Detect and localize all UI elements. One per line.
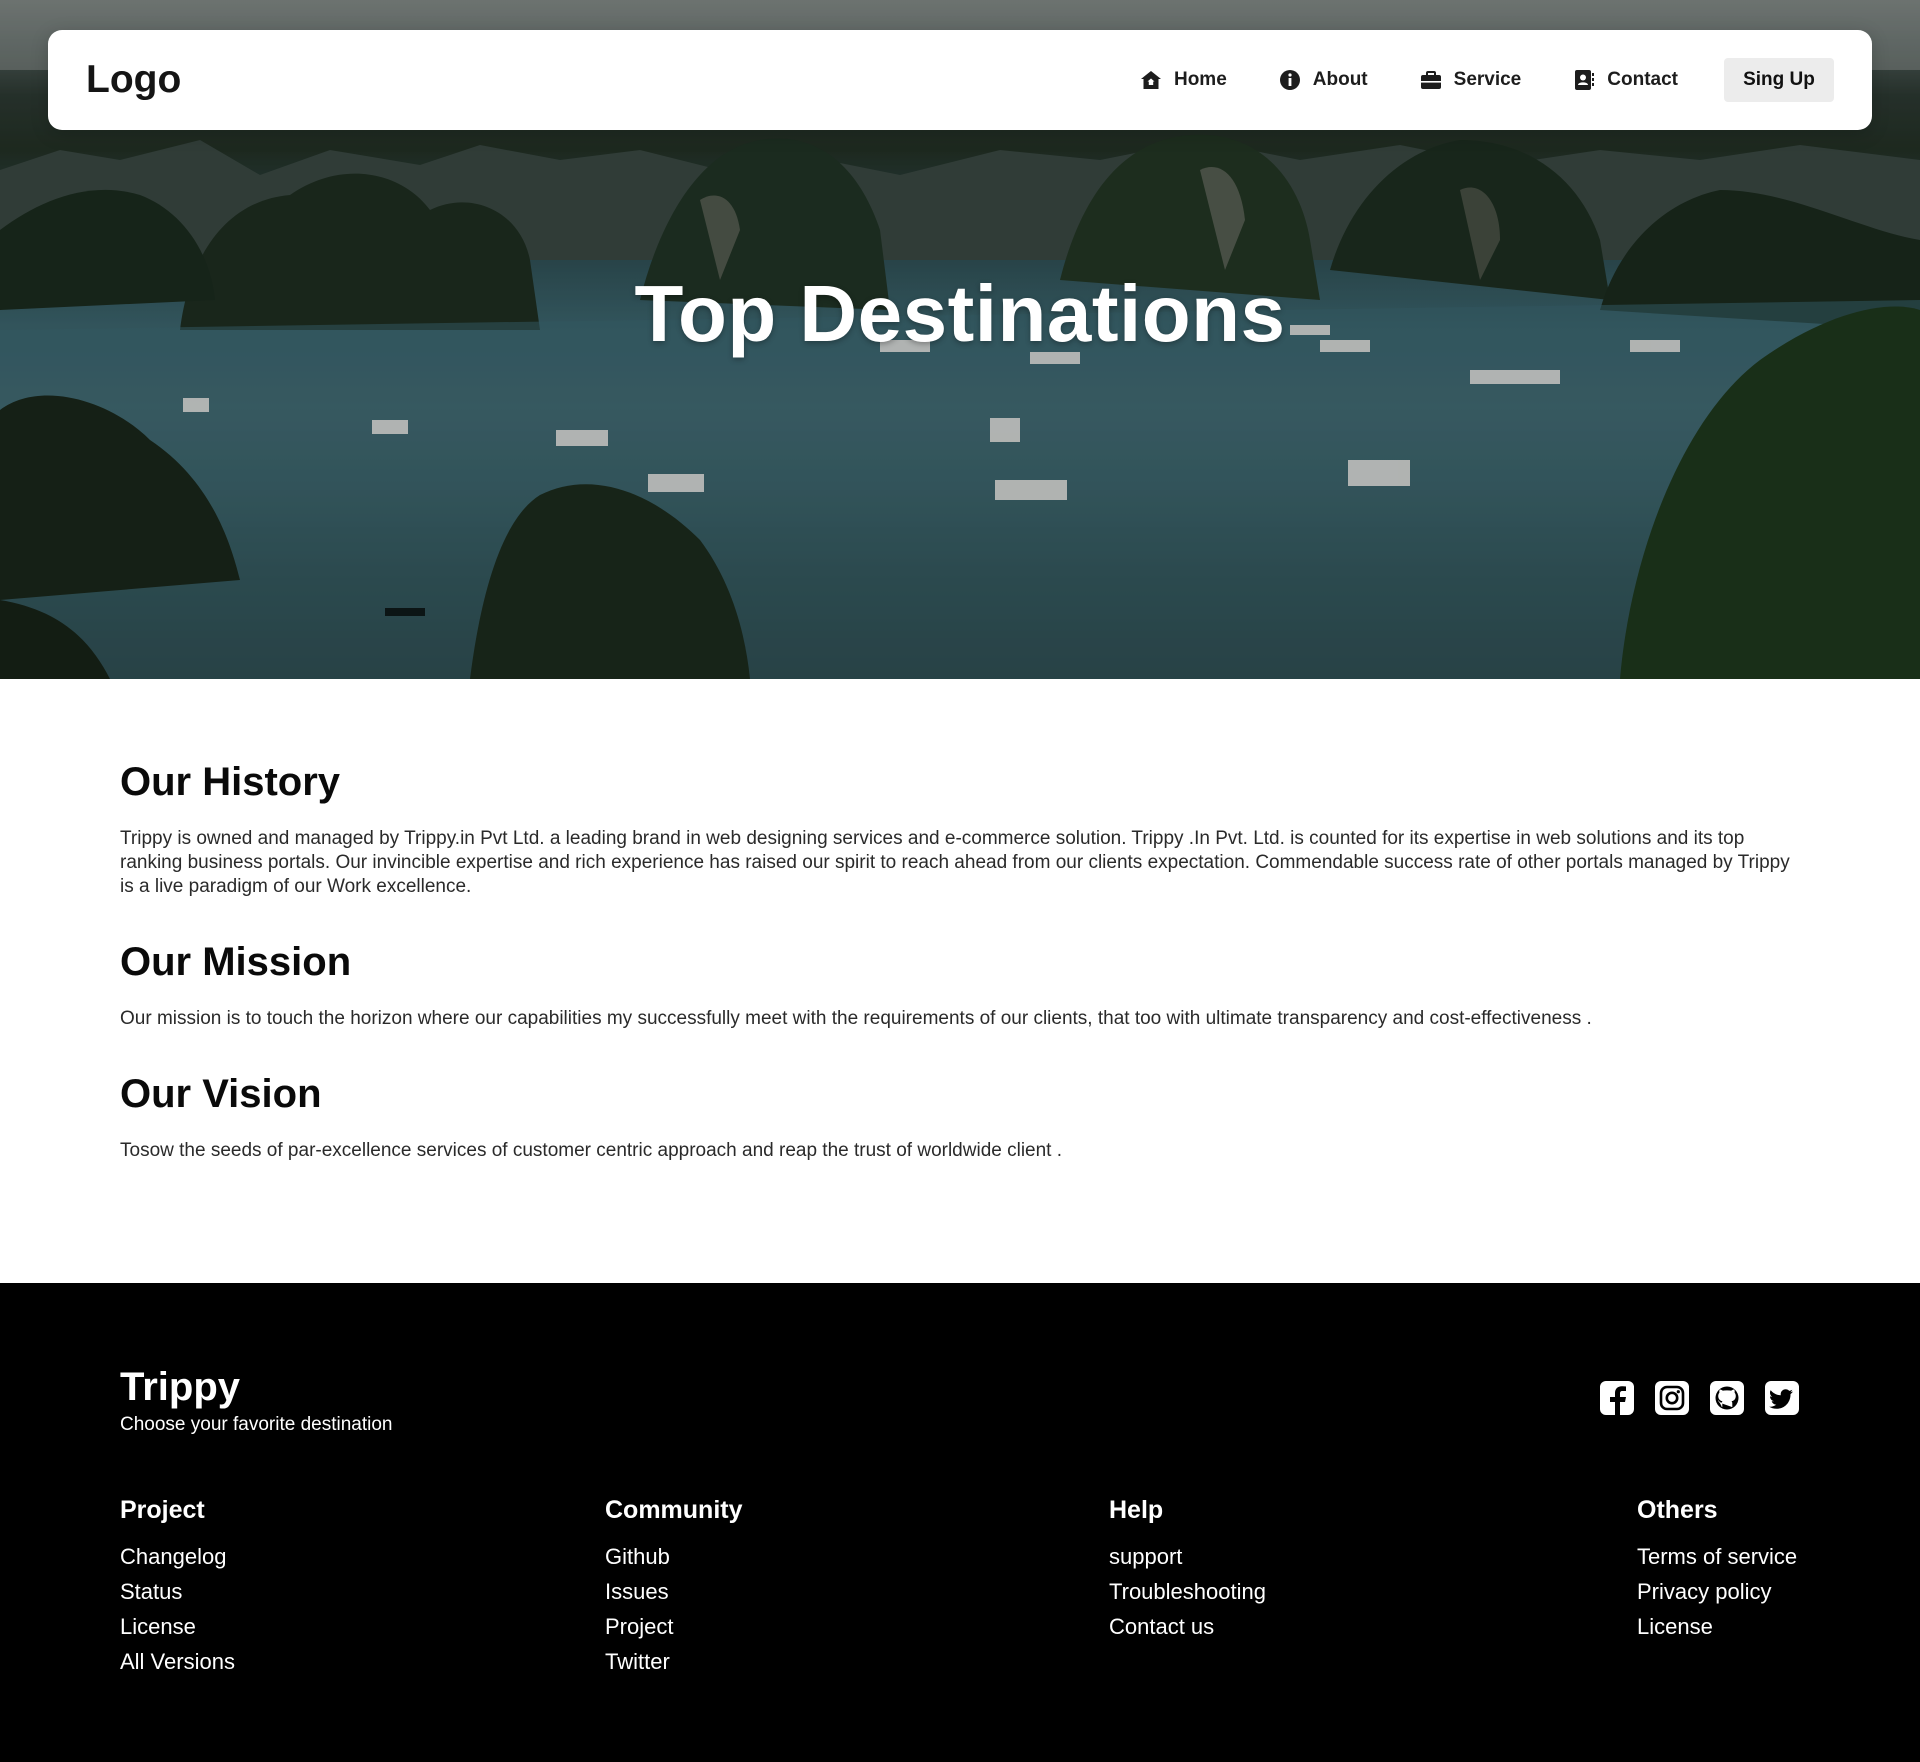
mission-heading: Our Mission	[120, 940, 352, 984]
navbar: Logo Home About Service Contact Sing Up	[48, 30, 1872, 130]
mission-section: Our Mission Our mission is to touch the …	[120, 940, 1592, 1031]
nav-links: Home About Service Contact Sing Up	[1088, 58, 1834, 102]
nav-about[interactable]: About	[1279, 69, 1368, 91]
footer-brand-name: Trippy	[120, 1365, 241, 1409]
footer-link-terms[interactable]: Terms of service	[1637, 1539, 1797, 1574]
nav-home-label: Home	[1173, 69, 1227, 90]
footer-link-twitter[interactable]: Twitter	[605, 1644, 743, 1679]
footer-link-troubleshooting[interactable]: Troubleshooting	[1109, 1574, 1266, 1609]
twitter-icon[interactable]	[1763, 1379, 1801, 1417]
vision-heading: Our Vision	[120, 1072, 322, 1116]
vision-text: Tosow the seeds of par-excellence servic…	[120, 1140, 1063, 1161]
footer-column-project: Project Changelog Status License All Ver…	[120, 1496, 235, 1679]
footer-link-license[interactable]: License	[120, 1609, 235, 1644]
nav-contact[interactable]: Contact	[1573, 69, 1678, 91]
footer-column-others: Others Terms of service Privacy policy L…	[1637, 1496, 1797, 1644]
facebook-icon[interactable]	[1598, 1379, 1636, 1417]
nav-contact-label: Contact	[1607, 69, 1678, 90]
home-icon	[1140, 69, 1162, 91]
hero-title: Top Destinations	[634, 269, 1286, 358]
footer-link-contact-us[interactable]: Contact us	[1109, 1609, 1266, 1644]
footer-column-title: Project	[120, 1496, 205, 1524]
social-links	[1598, 1379, 1818, 1417]
footer-brand: Trippy Choose your favorite destination	[120, 1365, 393, 1436]
instagram-icon[interactable]	[1653, 1379, 1691, 1417]
footer-link-all-versions[interactable]: All Versions	[120, 1644, 235, 1679]
footer-link-issues[interactable]: Issues	[605, 1574, 743, 1609]
briefcase-icon	[1420, 69, 1442, 91]
history-heading: Our History	[120, 760, 341, 804]
history-section: Our History Trippy is owned and managed …	[120, 760, 1800, 899]
logo[interactable]: Logo	[86, 58, 181, 102]
footer-link-license-others[interactable]: License	[1637, 1609, 1797, 1644]
history-text: Trippy is owned and managed by Trippy.in…	[120, 828, 1790, 897]
footer-link-github[interactable]: Github	[605, 1539, 743, 1574]
footer-column-title: Community	[605, 1496, 743, 1524]
footer-column-help: Help support Troubleshooting Contact us	[1109, 1496, 1266, 1644]
mission-text: Our mission is to touch the horizon wher…	[120, 1008, 1592, 1029]
footer-column-title: Help	[1109, 1496, 1164, 1524]
footer-column-title: Others	[1637, 1496, 1718, 1524]
nav-about-label: About	[1312, 69, 1368, 90]
footer-link-status[interactable]: Status	[120, 1574, 235, 1609]
footer-link-support[interactable]: support	[1109, 1539, 1266, 1574]
vision-section: Our Vision Tosow the seeds of par-excell…	[120, 1072, 1062, 1163]
nav-service-label: Service	[1453, 69, 1522, 90]
footer-link-project[interactable]: Project	[605, 1609, 743, 1644]
footer-column-community: Community Github Issues Project Twitter	[605, 1496, 743, 1679]
footer-link-privacy[interactable]: Privacy policy	[1637, 1574, 1797, 1609]
footer-link-changelog[interactable]: Changelog	[120, 1539, 235, 1574]
footer: Trippy Choose your favorite destination …	[0, 1283, 1920, 1762]
info-icon	[1279, 69, 1301, 91]
signup-button[interactable]: Sing Up	[1724, 58, 1834, 102]
github-icon[interactable]	[1708, 1379, 1746, 1417]
contact-card-icon	[1573, 69, 1595, 91]
nav-service[interactable]: Service	[1420, 69, 1522, 91]
footer-tagline: Choose your favorite destination	[120, 1414, 393, 1435]
nav-home[interactable]: Home	[1140, 69, 1227, 91]
